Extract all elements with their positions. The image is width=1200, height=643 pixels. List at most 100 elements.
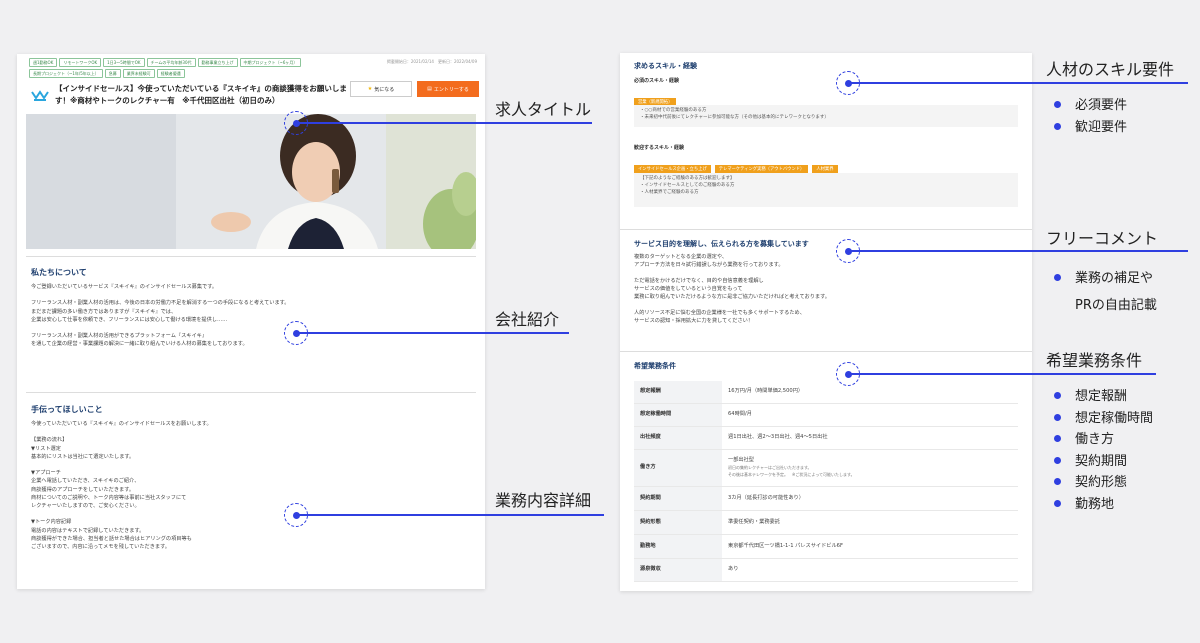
annotation-free-comment: フリーコメント (1046, 229, 1159, 248)
bullet-item: 必須要件 (1054, 95, 1127, 117)
condition-value-cell: 16万円/月（時間単価2,500円） (722, 381, 1018, 404)
feature-tag: チームの平均年齢30代 (146, 58, 196, 67)
bullet-dot-icon (1054, 499, 1061, 507)
table-row: 契約期間 3カ月（延長打診の可能性あり） (634, 486, 1018, 511)
task-body: 今使っていただいている『スキイキ』のインサイドセールスをお願いします。 【業務の… (31, 421, 212, 551)
bullet-text: 勤務地 (1075, 496, 1115, 512)
feature-tag: 勤務事業立ち上げ (197, 58, 238, 67)
favorite-label: 気になる (374, 86, 395, 93)
bullet-item: PRの自由記載 (1054, 292, 1157, 319)
feature-tag: 長期プロジェクト（~1年/5年以上） (29, 69, 103, 78)
bullet-item: 契約期間 (1054, 451, 1153, 473)
welcome-tag-list: インサイドセールス企画・立ち上げ テレマーケティング実務（アウトバウンド） 人材業界 (634, 155, 842, 174)
bullet-item: 働き方 (1054, 429, 1153, 451)
document-icon: ▤ (427, 86, 432, 92)
condition-label: 契約形態 (634, 510, 722, 535)
condition-value-cell: 一部出社型初日の集約レクチャーはご出社いただきます。 その後は基本テレワークを予… (722, 449, 1018, 487)
condition-label: 働き方 (634, 449, 722, 487)
annotation-task-detail: 業務内容詳細 (495, 491, 592, 510)
bullet-text: 働き方 (1075, 432, 1115, 447)
bullet-item: 想定報酬 (1054, 386, 1153, 408)
welcome-label: 歓迎するスキル・経験 (634, 145, 685, 151)
condition-value: 一部出社型 (728, 457, 754, 463)
star-icon: ★ (367, 86, 373, 92)
entry-label: エントリーする (433, 86, 469, 93)
bullet-dot-icon (1054, 122, 1061, 130)
bullet-dot-icon (1054, 456, 1061, 464)
feature-tag: 1日3〜5時間でOK (103, 58, 145, 67)
bullet-text: 必須要件 (1075, 98, 1128, 113)
section-divider (620, 351, 1032, 352)
hero-image (26, 114, 476, 249)
connector-line (296, 332, 569, 334)
condition-label: 想定稼働時間 (634, 403, 722, 427)
condition-label: 出社頻度 (634, 426, 722, 450)
connector-line (296, 122, 592, 124)
skill-heading: 求めるスキル・経験 (634, 62, 697, 70)
table-row: 想定報酬 16万円/月（時間単価2,500円） (634, 381, 1018, 404)
section-divider (26, 256, 476, 257)
bullet-dot-icon (1054, 392, 1061, 399)
connector-line (848, 250, 1188, 252)
conditions-table: 想定報酬 16万円/月（時間単価2,500円） 想定稼働時間 64時間/月 出社頻度 週1… (634, 381, 1018, 582)
condition-label: 契約期間 (634, 486, 722, 511)
posting-dates: 掲載開始日：2021/02/14 更新日：2022/04/09 (386, 59, 477, 64)
purpose-heading: サービス目的を理解し、伝えられる方を募集しています (634, 240, 809, 248)
bullet-dot-icon (1054, 478, 1061, 485)
condition-value-cell: 64時間/月 (722, 403, 1018, 427)
hero-photo (26, 114, 476, 249)
job-conditions-card: 求めるスキル・経験 必須のスキル・経験 営業（新規開拓） ・○○商材での営業経験… (620, 53, 1032, 591)
bullet-dot-icon (1054, 274, 1061, 281)
feature-tag: 週1勤務OK (29, 58, 58, 67)
feature-tag: 業界未経験可 (122, 69, 155, 78)
entry-button[interactable]: ▤ エントリーする (417, 81, 479, 97)
condition-value-cell: 準委任契約・業務委託 (722, 510, 1018, 535)
table-row: 源泉徴収 あり (634, 558, 1018, 582)
annotation-skill: 人材のスキル要件 (1046, 60, 1175, 79)
feature-tag: リモートワークOK (59, 58, 102, 67)
condition-value-cell: あり (722, 558, 1018, 582)
table-row: 働き方 一部出社型初日の集約レクチャーはご出社いただきます。 その後は基本テレワー… (634, 449, 1018, 487)
conditions-bullet-list: 想定報酬想定稼働時間 働き方契約期間契約形態勤務地 (1054, 386, 1153, 515)
condition-value: あり (728, 566, 739, 572)
about-body: 今ご登録いただいているサービス『スキイキ』のインサイドセールス募集です。 フリー… (31, 284, 290, 348)
required-label: 必須のスキル・経験 (634, 78, 680, 84)
bullet-item: 勤務地 (1054, 494, 1153, 516)
condition-note: 初日の集約レクチャーはご出社いただきます。 その後は基本テレワークを予定。 ※ご… (728, 465, 855, 477)
feature-tag: 経験者優遇 (156, 69, 185, 78)
bullet-text: 想定稼働時間 (1075, 410, 1154, 426)
bullet-text: PRの自由記載 (1075, 298, 1157, 313)
bullet-item: 歓迎要件 (1054, 117, 1127, 139)
bullet-text: 想定報酬 (1075, 389, 1128, 404)
condition-value: 東京都千代田区一ツ橋1-1-1 パレスサイドビル6F (728, 542, 843, 549)
annotation-company-intro: 会社紹介 (495, 310, 560, 329)
bullet-dot-icon (1054, 101, 1061, 108)
job-detail-card: 週1勤務OK リモートワークOK 1日3〜5時間でOK チームの平均年齢30代 勤務事業… (17, 54, 485, 589)
bullet-item: 業務の補足や (1054, 265, 1157, 292)
about-heading: 私たちについて (31, 268, 87, 277)
skiiki-logo-icon (31, 90, 49, 101)
feature-tag: 中期プロジェクト（~6ヶ月） (239, 58, 302, 67)
bullet-item: 想定稼働時間 (1054, 408, 1153, 430)
section-divider (26, 392, 476, 393)
table-row: 勤務地 東京都千代田区一ツ橋1-1-1 パレスサイドビル6F (634, 534, 1018, 559)
table-row: 契約形態 準委任契約・業務委託 (634, 510, 1018, 535)
bullet-text: 歓迎要件 (1075, 119, 1128, 135)
connector-line (296, 514, 604, 516)
condition-label: 勤務地 (634, 534, 722, 559)
welcome-text: 【下記のようなご経験のある方は歓迎します】 ・インサイドセールスとしてのご経験の… (634, 173, 1018, 207)
table-row: 出社頻度 週1日出社、週2〜3日出社、週4〜5日出社 (634, 426, 1018, 450)
condition-value-cell: 週1日出社、週2〜3日出社、週4〜5日出社 (722, 426, 1018, 450)
feature-tag: 急募 (104, 69, 121, 78)
bullet-text: 契約形態 (1075, 475, 1128, 490)
condition-value: 準委任契約・業務委託 (728, 518, 780, 525)
bullet-text: 契約期間 (1075, 453, 1128, 469)
connector-line (848, 373, 1156, 375)
task-heading: 手伝ってほしいこと (31, 405, 103, 414)
condition-value: 16万円/月（時間単価2,500円） (728, 388, 804, 395)
purpose-body: 複数のターゲットとなる企業の選定や、 アプローチ方法を日々試行錯誤しながら業務を… (634, 254, 830, 324)
favorite-button[interactable]: ★ 気になる (350, 81, 412, 97)
bullet-dot-icon (1054, 413, 1061, 421)
bullet-dot-icon (1054, 435, 1061, 442)
conditions-heading: 希望業務条件 (634, 362, 676, 370)
